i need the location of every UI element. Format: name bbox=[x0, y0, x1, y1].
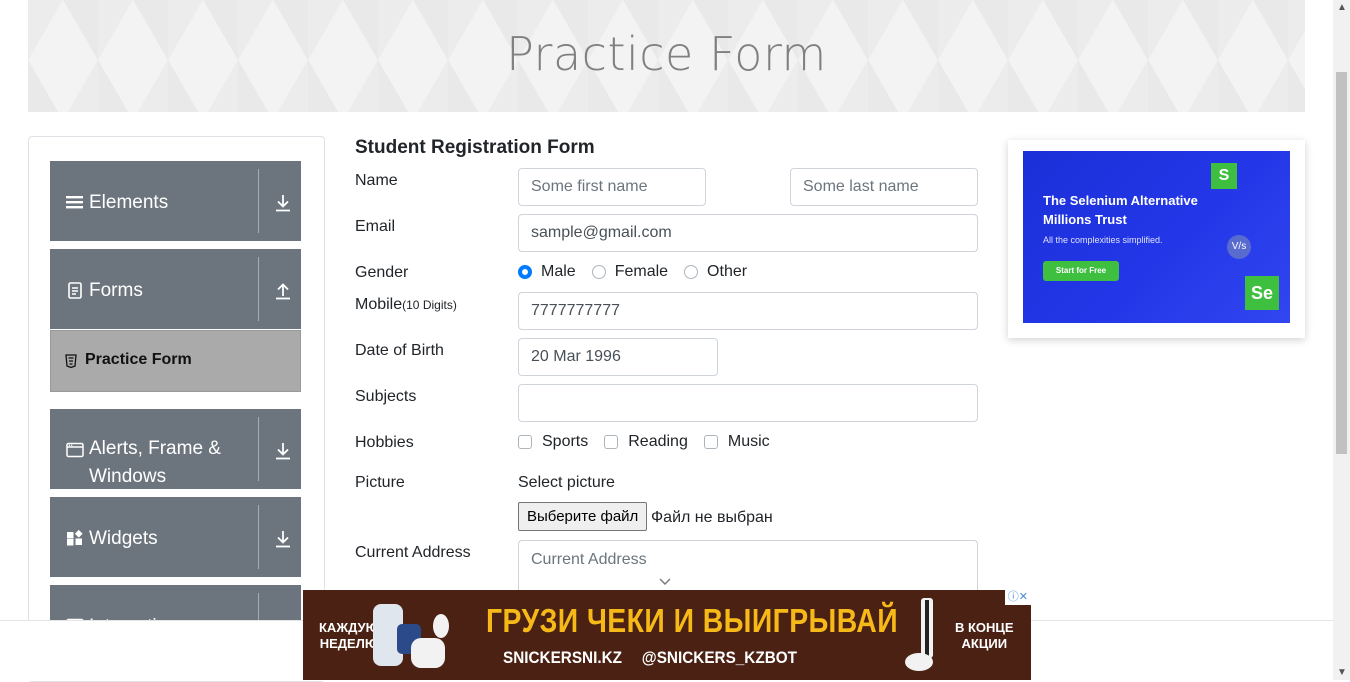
ad-links: SNICKERSNI.KZ @SNICKERS_KZBOT bbox=[503, 648, 797, 668]
hobbies-checkbox-group: Sports Reading Music bbox=[518, 433, 786, 451]
email-input[interactable]: sample@gmail.com bbox=[518, 214, 978, 252]
ad-right-line: В КОНЦЕ bbox=[955, 620, 1014, 635]
telegram-link[interactable]: @SNICKERS_KZBOT bbox=[642, 648, 797, 667]
snickers-site-link[interactable]: SNICKERSNI.KZ bbox=[503, 648, 622, 667]
earbuds-watch-icon bbox=[373, 604, 449, 668]
first-name-input[interactable]: Some first name bbox=[518, 168, 706, 206]
ad-close-icon[interactable]: ⓘ✕ bbox=[1004, 590, 1031, 605]
ad-title: The Selenium Alternative Millions Trust bbox=[1043, 193, 1198, 227]
ad-start-button[interactable]: Start for Free bbox=[1043, 261, 1119, 281]
bottom-advertisement[interactable]: КАЖДУЮ НЕДЕЛЮ ГРУЗИ ЧЕКИ И ВЫИГРЫВАЙ SNI… bbox=[303, 590, 1031, 680]
hobby-music-checkbox[interactable]: Music bbox=[703, 433, 770, 451]
divider bbox=[258, 505, 259, 569]
hobby-reading-checkbox[interactable]: Reading bbox=[604, 433, 688, 451]
checkbox-label: Reading bbox=[628, 433, 688, 450]
sidebar-group-elements[interactable]: Elements bbox=[50, 161, 301, 241]
checkbox-unchecked-icon bbox=[604, 435, 619, 449]
sidebar-item-label: Practice Form bbox=[85, 351, 192, 368]
ad-subtitle: All the complexities simplified. bbox=[1043, 235, 1163, 245]
name-label: Name bbox=[355, 172, 398, 189]
gender-other-radio[interactable]: Other bbox=[684, 263, 747, 281]
choose-file-button[interactable]: Выберите файл bbox=[518, 502, 648, 531]
checkbox-unchecked-icon bbox=[703, 435, 718, 449]
ad-vs-badge: V/s bbox=[1227, 235, 1251, 259]
ad-logo-se: Se bbox=[1245, 276, 1279, 310]
mobile-label: Mobile(10 Digits) bbox=[355, 296, 457, 314]
radio-checked-icon bbox=[518, 265, 532, 279]
divider bbox=[258, 417, 259, 481]
radio-label: Other bbox=[707, 263, 748, 280]
page-scrollbar[interactable]: ▲ ▼ bbox=[1333, 0, 1350, 680]
last-name-input[interactable]: Some last name bbox=[790, 168, 978, 206]
upload-arrow-icon bbox=[276, 283, 290, 300]
radio-label: Female bbox=[614, 263, 669, 280]
html5-icon bbox=[65, 354, 77, 368]
download-arrow-icon bbox=[276, 531, 290, 548]
divider bbox=[258, 169, 259, 233]
chevron-down-icon bbox=[659, 578, 671, 585]
gender-label: Gender bbox=[355, 264, 409, 281]
picture-label: Picture bbox=[355, 474, 405, 491]
mobile-label-text: Mobile bbox=[355, 296, 403, 313]
form-heading: Student Registration Form bbox=[355, 137, 595, 158]
radio-unchecked-icon bbox=[591, 265, 606, 279]
radio-label: Male bbox=[541, 263, 576, 280]
ad-banner: S The Selenium Alternative Millions Trus… bbox=[1023, 151, 1290, 323]
hobbies-label: Hobbies bbox=[355, 434, 414, 451]
ad-right-line: АКЦИИ bbox=[961, 636, 1008, 651]
ad-left-line: НЕДЕЛЮ bbox=[319, 636, 379, 651]
game-console-icon bbox=[905, 598, 933, 671]
ad-headline: ГРУЗИ ЧЕКИ И ВЫИГРЫВАЙ bbox=[486, 602, 899, 639]
sidebar-group-label: Alerts, Frame & Windows bbox=[89, 438, 221, 487]
widgets-icon bbox=[67, 529, 83, 546]
address-label: Current Address bbox=[355, 544, 471, 561]
sidebar-group-label: Elements bbox=[89, 192, 169, 213]
sidebar-group-label: Forms bbox=[89, 280, 143, 301]
right-advertisement[interactable]: S The Selenium Alternative Millions Trus… bbox=[1008, 140, 1305, 338]
divider bbox=[258, 257, 259, 321]
hobby-sports-checkbox[interactable]: Sports bbox=[518, 433, 588, 451]
page-title: Practice Form bbox=[506, 27, 827, 81]
dob-input[interactable]: 20 Mar 1996 bbox=[518, 338, 718, 376]
subjects-label: Subjects bbox=[355, 388, 417, 405]
sidebar-group-label: Widgets bbox=[89, 528, 158, 549]
mobile-hint: (10 Digits) bbox=[402, 298, 457, 312]
window-icon bbox=[66, 442, 84, 458]
file-status-text: Файл не выбран bbox=[651, 509, 773, 526]
sidebar-item-practice-form[interactable]: Practice Form bbox=[50, 330, 301, 392]
checkbox-unchecked-icon bbox=[518, 435, 532, 449]
sidebar-group-forms[interactable]: Forms bbox=[50, 249, 301, 329]
select-picture-label: Select picture bbox=[518, 474, 615, 491]
sidebar-group-widgets[interactable]: Widgets bbox=[50, 497, 301, 577]
ad-logo-s: S bbox=[1211, 163, 1237, 189]
hamburger-icon bbox=[66, 196, 83, 209]
mobile-input[interactable]: 7777777777 bbox=[518, 292, 978, 330]
sidebar-group-alerts[interactable]: Alerts, Frame & Windows bbox=[50, 409, 301, 489]
checkbox-label: Music bbox=[727, 433, 770, 450]
ad-left-text: КАЖДУЮ НЕДЕЛЮ bbox=[319, 620, 379, 652]
download-arrow-icon bbox=[276, 443, 290, 460]
scroll-down-arrow-icon[interactable]: ▼ bbox=[1337, 667, 1347, 678]
checkbox-label: Sports bbox=[542, 433, 589, 450]
email-label: Email bbox=[355, 218, 396, 235]
scrollbar-thumb[interactable] bbox=[1336, 72, 1347, 454]
ad-right-text: В КОНЦЕ АКЦИИ bbox=[955, 620, 1014, 652]
gender-radio-group: Male Female Other bbox=[518, 263, 763, 281]
radio-unchecked-icon bbox=[684, 265, 699, 279]
scroll-up-arrow-icon[interactable]: ▲ bbox=[1337, 2, 1347, 13]
sidebar: Elements Forms Practice Form Alerts, Fra… bbox=[28, 136, 325, 682]
page-banner: Practice Form bbox=[28, 0, 1305, 112]
gender-male-radio[interactable]: Male bbox=[518, 263, 576, 281]
document-icon bbox=[68, 282, 82, 299]
ad-left-line: КАЖДУЮ bbox=[319, 620, 379, 635]
gender-female-radio[interactable]: Female bbox=[591, 263, 669, 281]
dob-label: Date of Birth bbox=[355, 342, 444, 359]
download-arrow-icon bbox=[276, 195, 290, 212]
subjects-input[interactable] bbox=[518, 384, 978, 422]
